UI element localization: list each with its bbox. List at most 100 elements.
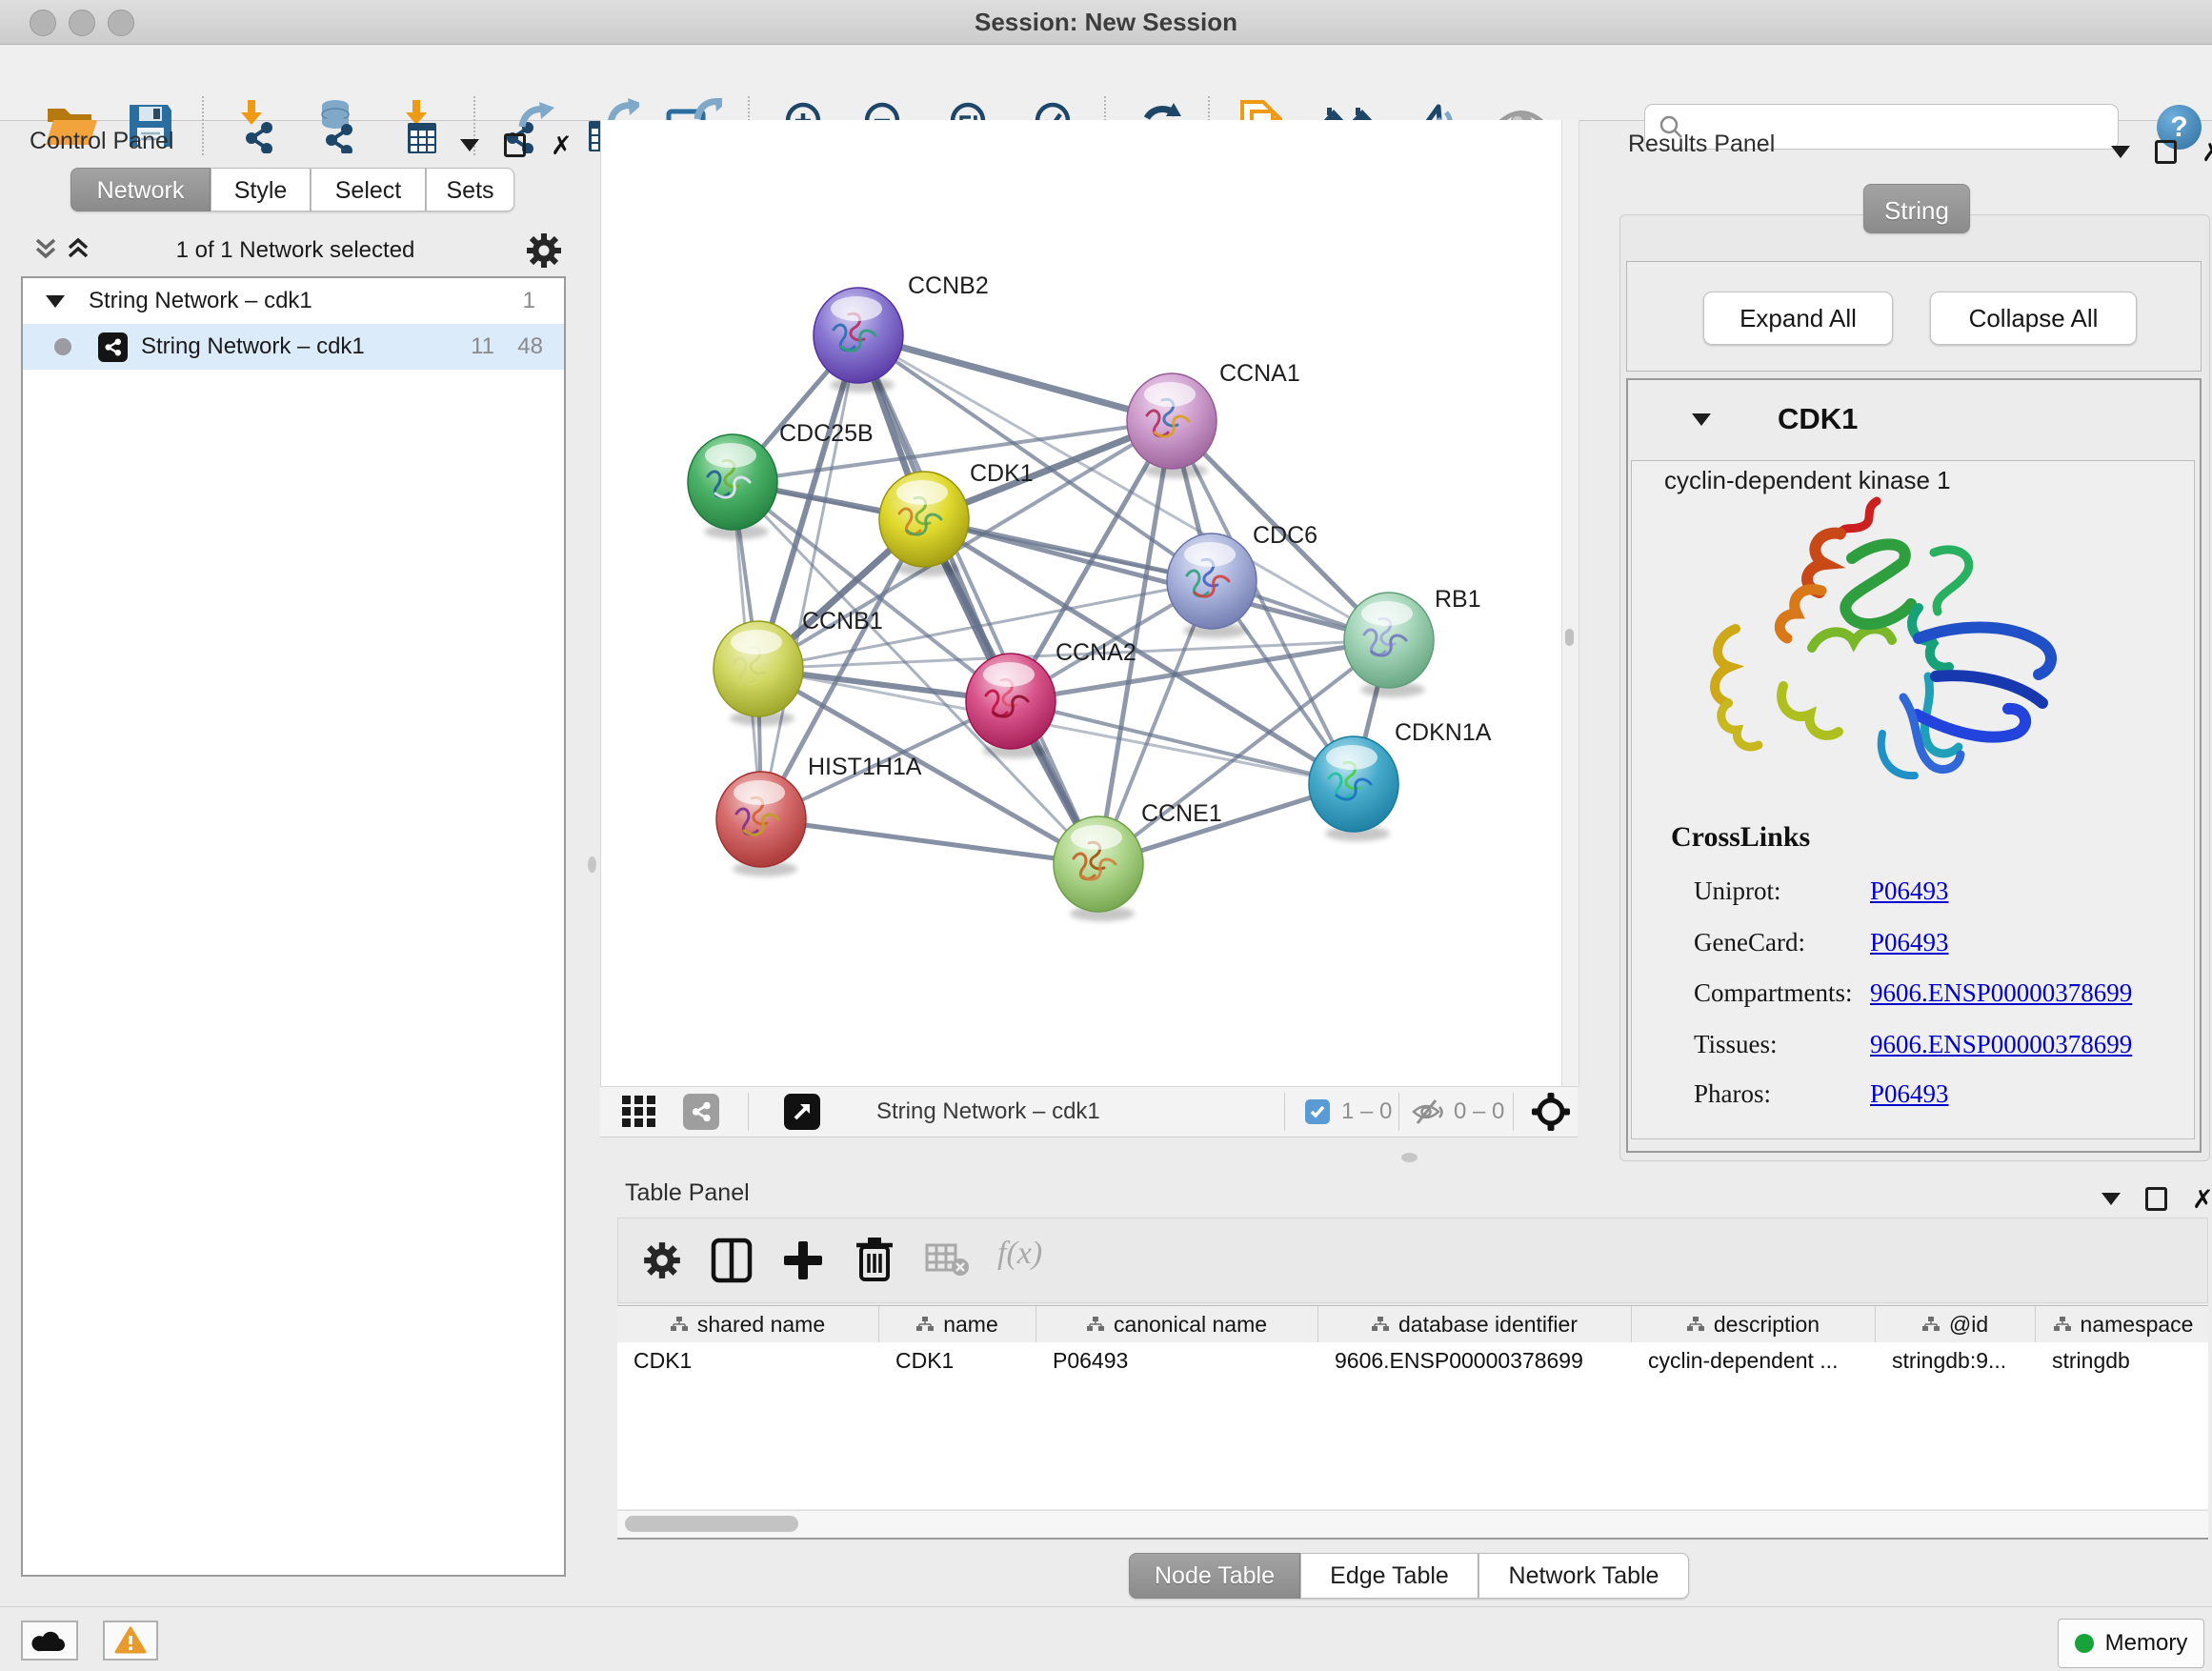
gene-section-header[interactable]: CDK1	[1631, 386, 2197, 453]
node-label-CCNB1: CCNB1	[802, 608, 883, 634]
warning-button[interactable]	[103, 1621, 158, 1661]
tab-node-table[interactable]: Node Table	[1129, 1553, 1300, 1599]
network-row-selected[interactable]: String Network – cdk1 11 48	[23, 324, 564, 370]
tab-style[interactable]: Style	[211, 168, 311, 211]
scrollbar-thumb[interactable]	[1565, 629, 1574, 646]
column-header-shared-name[interactable]: shared name	[617, 1306, 879, 1342]
network-node-RB1[interactable]	[1344, 593, 1434, 697]
network-node-HIST1H1A[interactable]	[716, 772, 806, 876]
grid-view-icon[interactable]	[622, 1096, 656, 1128]
node-label-CCNB2: CCNB2	[908, 272, 989, 299]
float-panel-icon[interactable]	[2145, 1187, 2167, 1211]
table-cell[interactable]: P06493	[1036, 1342, 1318, 1379]
network-vertical-scrollbar[interactable]	[1561, 120, 1579, 1086]
add-column-icon[interactable]	[782, 1239, 824, 1281]
hidden-node-edge-counts: 0 – 0	[1454, 1098, 1504, 1125]
delete-column-trash-icon[interactable]	[855, 1236, 895, 1283]
expand-all-networks-icon[interactable]	[65, 234, 91, 263]
question-mark-icon: ?	[2170, 111, 2187, 144]
collection-expand-icon[interactable]	[46, 295, 65, 308]
column-header--id[interactable]: @id	[1876, 1306, 2036, 1342]
column-header-database-identifier[interactable]: database identifier	[1318, 1306, 1632, 1342]
network-node-CCNB2[interactable]	[814, 288, 903, 393]
results-panel-title: Results Panel	[1628, 131, 1775, 158]
network-node-CDC25B[interactable]	[688, 434, 777, 539]
table-horizontal-scrollbar[interactable]	[617, 1510, 2208, 1540]
cloud-icon	[31, 1628, 68, 1653]
collapse-all-networks-icon[interactable]	[32, 234, 59, 263]
close-panel-icon[interactable]: ✗	[2202, 143, 2212, 162]
tab-network[interactable]: Network	[70, 168, 211, 211]
import-table-icon[interactable]	[396, 94, 457, 157]
bottom-splitter-handle[interactable]	[1401, 1153, 1418, 1162]
network-edge	[761, 819, 1098, 864]
network-node-CDC6[interactable]	[1167, 534, 1257, 638]
delete-table-icon	[925, 1243, 971, 1278]
crosslink-link[interactable]: P06493	[1870, 876, 1949, 906]
expand-all-button[interactable]: Expand All	[1703, 292, 1893, 345]
left-splitter-handle[interactable]	[588, 856, 596, 873]
show-columns-icon[interactable]	[710, 1238, 754, 1283]
table-cell[interactable]: stringdb:9...	[1876, 1342, 2036, 1379]
collapse-all-button[interactable]: Collapse All	[1930, 292, 2137, 345]
crosslink-link[interactable]: P06493	[1870, 1079, 1949, 1109]
table-cell[interactable]: 9606.ENSP00000378699	[1318, 1342, 1632, 1379]
memory-button[interactable]: Memory	[2058, 1619, 2204, 1668]
crosslink-link[interactable]: 9606.ENSP00000378699	[1870, 978, 2132, 1008]
table-data-row[interactable]: CDK1CDK1P064939606.ENSP00000378699cyclin…	[617, 1342, 2208, 1379]
column-header-description[interactable]: description	[1632, 1306, 1876, 1342]
network-node-CCNA1[interactable]	[1127, 373, 1217, 478]
network-edge	[858, 335, 1098, 864]
gene-expand-icon[interactable]	[1692, 413, 1711, 426]
tab-sets[interactable]: Sets	[426, 168, 514, 211]
tab-network-table[interactable]: Network Table	[1478, 1553, 1689, 1599]
selected-checkbox-icon[interactable]	[1305, 1099, 1330, 1124]
column-handle-icon	[1372, 1317, 1389, 1332]
column-header-canonical-name[interactable]: canonical name	[1036, 1306, 1318, 1342]
import-network-icon[interactable]	[233, 94, 294, 157]
table-header-row: shared namenamecanonical namedatabase id…	[617, 1305, 2208, 1343]
table-cell[interactable]: CDK1	[879, 1342, 1036, 1379]
network-node-CDKN1A[interactable]	[1309, 736, 1398, 841]
network-edge	[761, 335, 858, 819]
table-cell[interactable]: CDK1	[617, 1342, 879, 1379]
network-collection-row[interactable]: String Network – cdk1 1	[23, 278, 564, 324]
network-node-CCNE1[interactable]	[1054, 816, 1143, 921]
close-panel-icon[interactable]: ✗	[551, 136, 573, 155]
panel-menu-icon[interactable]	[2101, 1193, 2121, 1205]
network-options-gear-icon[interactable]	[524, 231, 564, 271]
close-panel-icon[interactable]: ✗	[2192, 1190, 2212, 1209]
status-bar: Memory	[0, 1606, 2212, 1671]
node-label-CCNA1: CCNA1	[1219, 360, 1300, 387]
network-label: String Network – cdk1	[141, 333, 365, 360]
tab-select[interactable]: Select	[311, 168, 426, 211]
crosslink-link[interactable]: 9606.ENSP00000378699	[1870, 1030, 2132, 1059]
control-panel-title: Control Panel	[30, 128, 173, 155]
hidden-eye-slash-icon	[1410, 1097, 1446, 1126]
crosslink-link[interactable]: P06493	[1870, 928, 1949, 957]
panel-menu-icon[interactable]	[2111, 146, 2130, 158]
table-settings-gear-icon[interactable]	[641, 1239, 683, 1281]
birds-eye-view-icon[interactable]	[1532, 1093, 1570, 1131]
scrollbar-thumb[interactable]	[625, 1516, 798, 1532]
tab-string[interactable]: String	[1863, 184, 1970, 233]
network-share-view-icon[interactable]	[683, 1094, 719, 1130]
detach-view-icon[interactable]	[784, 1094, 820, 1130]
panel-menu-icon[interactable]	[460, 139, 479, 151]
column-header-namespace[interactable]: namespace	[2036, 1306, 2208, 1342]
column-header-name[interactable]: name	[879, 1306, 1036, 1342]
network-graph: CCNB2 CCNA1 CDC25B CDK1 CDC6 RB1 CCNB1	[600, 120, 1560, 1086]
float-panel-icon[interactable]	[504, 133, 526, 157]
control-panel-tabs: NetworkStyleSelectSets	[70, 168, 514, 211]
float-panel-icon[interactable]	[2155, 140, 2177, 164]
cloud-button[interactable]	[21, 1621, 78, 1661]
table-cell[interactable]: cyclin-dependent ...	[1632, 1342, 1876, 1379]
tab-edge-table[interactable]: Edge Table	[1300, 1553, 1478, 1599]
table-toolbar: f(x)	[617, 1218, 2208, 1303]
network-node-CDK1[interactable]	[879, 472, 969, 576]
import-network-database-icon[interactable]	[311, 94, 372, 157]
column-handle-icon	[916, 1317, 934, 1332]
network-selection-summary: 1 of 1 Network selected	[143, 237, 448, 264]
network-node-CCNB1[interactable]	[714, 621, 803, 726]
table-cell[interactable]: stringdb	[2036, 1342, 2208, 1379]
